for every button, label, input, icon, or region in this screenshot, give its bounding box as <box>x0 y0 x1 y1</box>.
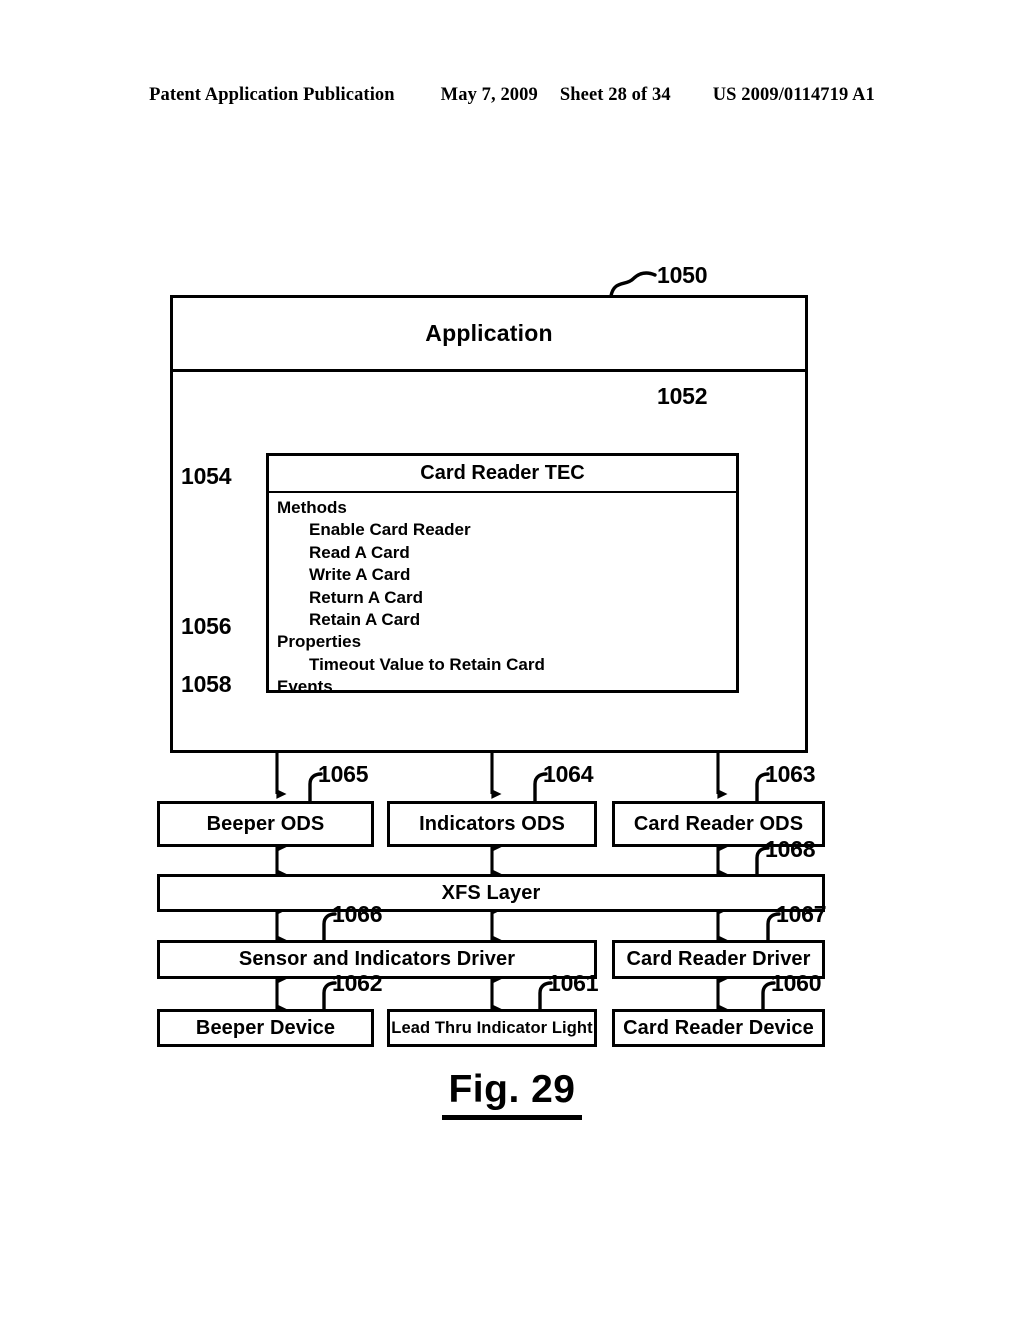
card-reader-tec-header: Card Reader TEC <box>269 456 736 493</box>
ref-1066: 1066 <box>332 901 383 927</box>
ref-1052: 1052 <box>657 383 708 409</box>
figure-caption-wrapper: Fig. 29 <box>0 1068 1024 1120</box>
tec-property-item: Timeout Value to Retain Card <box>309 654 545 674</box>
tec-method-item: Return A Card <box>309 587 423 607</box>
ref-1058: 1058 <box>181 671 232 697</box>
ref-1065: 1065 <box>318 761 369 787</box>
card-reader-tec-title: Card Reader TEC <box>420 462 585 484</box>
ref-1068: 1068 <box>765 836 816 862</box>
application-header: Application <box>173 298 805 372</box>
indicators-ods-label: Indicators ODS <box>419 812 565 835</box>
ref-1056: 1056 <box>181 613 232 639</box>
card-reader-tec-box: Card Reader TEC Methods Enable Card Read… <box>266 453 739 696</box>
ref-1063: 1063 <box>765 761 816 787</box>
xfs-layer-label: XFS Layer <box>441 881 541 904</box>
figure-caption: Fig. 29 <box>442 1068 582 1120</box>
tec-section-heading-properties: Properties <box>277 632 362 652</box>
tec-method-item: Write A Card <box>309 565 411 585</box>
beeper-ods-box: Beeper ODS <box>157 801 374 847</box>
ref-1061: 1061 <box>548 970 599 996</box>
ref-1067: 1067 <box>776 901 827 927</box>
sensor-and-indicators-driver-label: Sensor and Indicators Driver <box>238 948 516 970</box>
tec-section-heading-events: Events <box>277 677 333 697</box>
card-reader-driver-label: Card Reader Driver <box>626 948 811 970</box>
figure-drawing: Application Card Reader TEC Methods Enab… <box>0 0 1024 1320</box>
card-reader-tec-body: Methods Enable Card Reader Read A Card W… <box>269 493 736 696</box>
tec-method-item: Read A Card <box>309 542 410 562</box>
xfs-layer-box: XFS Layer <box>157 874 825 912</box>
card-reader-device-box: Card Reader Device <box>612 1009 825 1047</box>
lead-thru-indicator-light-box: Lead Thru Indicator Light <box>387 1009 597 1047</box>
application-label: Application <box>425 320 553 346</box>
ref-1054: 1054 <box>181 463 232 489</box>
beeper-device-label: Beeper Device <box>195 1016 336 1039</box>
tec-method-item: Retain A Card <box>309 610 421 630</box>
ref-1064: 1064 <box>543 761 594 787</box>
beeper-ods-label: Beeper ODS <box>206 812 325 835</box>
tec-method-item: Enable Card Reader <box>309 520 471 540</box>
indicators-ods-box: Indicators ODS <box>387 801 597 847</box>
ref-1050: 1050 <box>657 262 708 288</box>
leader-1050 <box>609 271 657 298</box>
ref-1062: 1062 <box>332 970 383 996</box>
card-reader-ods-label: Card Reader ODS <box>633 812 804 835</box>
beeper-device-box: Beeper Device <box>157 1009 374 1047</box>
ref-1060: 1060 <box>771 970 822 996</box>
lead-thru-indicator-light-label: Lead Thru Indicator Light <box>391 1018 593 1037</box>
card-reader-device-label: Card Reader Device <box>623 1016 814 1039</box>
tec-section-heading-methods: Methods <box>277 498 347 517</box>
